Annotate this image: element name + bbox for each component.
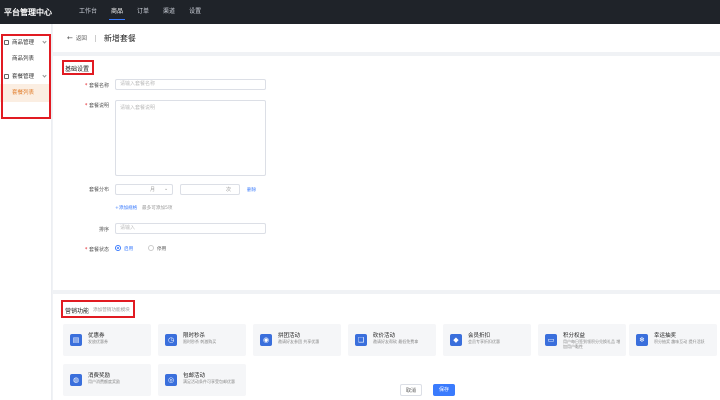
coupon-icon: ▤ bbox=[70, 334, 82, 346]
package-name-input[interactable]: 请输入套餐名称 bbox=[115, 79, 266, 90]
page-header: ← 返回 新增套餐 bbox=[53, 24, 720, 52]
topnav-workbench[interactable]: 工作台 bbox=[72, 0, 104, 24]
allocation-period-select[interactable]: 月 ⌄ bbox=[115, 184, 173, 195]
feature-desc: 用户每日签到领积分兑换礼品 增加用户黏性 bbox=[563, 339, 621, 349]
feature-desc: 积分抽奖 趣味互动 提升活跃 bbox=[654, 339, 705, 344]
status-option-enabled: 启用 bbox=[124, 247, 134, 252]
highlight-box-features bbox=[61, 300, 135, 318]
grid-icon bbox=[4, 39, 9, 45]
save-button[interactable]: 保存 bbox=[433, 384, 455, 396]
feature-name: 限时秒杀 bbox=[183, 333, 206, 339]
package-desc-textarea[interactable]: 请输入套餐说明 bbox=[115, 100, 266, 176]
status-radio-disabled[interactable] bbox=[148, 245, 154, 251]
sidebar-item-product-list[interactable]: 商品列表 bbox=[0, 50, 51, 68]
topnav-orders[interactable]: 订单 bbox=[130, 0, 156, 24]
card-icon: ▭ bbox=[545, 334, 557, 346]
feature-desc: 邀请好友帮砍 最低免费拿 bbox=[373, 339, 419, 344]
sort-input[interactable]: 请输入 bbox=[115, 223, 266, 234]
status-label: * 套餐状态 bbox=[84, 247, 109, 253]
feature-name: 会员折扣 bbox=[468, 333, 491, 339]
page-title: 新增套餐 bbox=[103, 33, 136, 43]
sidebar-group-label: 套餐管理 bbox=[12, 74, 35, 80]
back-button[interactable]: ← 返回 bbox=[67, 34, 87, 42]
feature-card[interactable]: ▤ 优惠券 发放优惠券 bbox=[63, 324, 151, 356]
basic-settings-card: 基础设置 * 套餐名称 请输入套餐名称 * 套餐说明 请输入套餐说明 套餐分布 … bbox=[53, 56, 720, 290]
feature-name: 优惠券 bbox=[88, 333, 105, 339]
feature-card[interactable]: ◎ 包邮活动 满足活动条件可享受包邮优惠 bbox=[158, 364, 246, 396]
bag-icon: ◍ bbox=[70, 374, 82, 386]
feature-desc: 满足活动条件可享受包邮优惠 bbox=[183, 379, 235, 384]
delete-spec-link[interactable]: 删除 bbox=[247, 187, 256, 193]
chevron-down-icon bbox=[42, 73, 47, 78]
allocation-label: 套餐分布 bbox=[88, 187, 109, 193]
back-label: 返回 bbox=[75, 36, 87, 42]
chevron-down-icon: ⌄ bbox=[164, 186, 169, 192]
divider bbox=[94, 34, 96, 42]
unit-month: 月 bbox=[150, 187, 156, 193]
desc-label: * 套餐说明 bbox=[84, 103, 109, 109]
topnav-settings[interactable]: 设置 bbox=[182, 0, 208, 24]
topnav-channels[interactable]: 渠道 bbox=[156, 0, 182, 24]
feature-card[interactable]: ❄ 幸运抽奖 积分抽奖 趣味互动 提升活跃 bbox=[629, 324, 717, 356]
topnav-products[interactable]: 商品 bbox=[104, 0, 130, 24]
sidebar-item-package-list[interactable]: 套餐列表 bbox=[0, 84, 51, 102]
group-icon: ◉ bbox=[260, 334, 272, 346]
feature-desc: 用户消费额度奖励 bbox=[88, 379, 120, 384]
arrow-left-icon: ← bbox=[67, 34, 73, 42]
spec-hint: 最多可添加5项 bbox=[142, 206, 173, 211]
add-spec-link[interactable]: +添加规格 bbox=[115, 205, 137, 211]
feature-card[interactable]: ▭ 积分权益 用户每日签到领积分兑换礼品 增加用户黏性 bbox=[538, 324, 626, 356]
highlight-box-basic bbox=[62, 60, 94, 75]
status-radio-enabled[interactable] bbox=[115, 245, 121, 251]
feature-desc: 会员专享折扣优惠 bbox=[468, 339, 500, 344]
feature-name: 砍价活动 bbox=[373, 333, 396, 339]
feature-name: 包邮活动 bbox=[183, 373, 206, 379]
cancel-button[interactable]: 取消 bbox=[400, 384, 422, 396]
globe-icon: ◎ bbox=[165, 374, 177, 386]
feature-name: 积分权益 bbox=[563, 333, 586, 339]
snowflake-icon: ❄ bbox=[636, 334, 648, 346]
feature-card[interactable]: ◆ 会员折扣 会员专享折扣优惠 bbox=[443, 324, 531, 356]
sort-label: 排序 bbox=[98, 227, 109, 233]
feature-desc: 发放优惠券 bbox=[88, 339, 108, 344]
app-title: 平台管理中心 bbox=[4, 7, 52, 17]
feature-name: 拼团活动 bbox=[278, 333, 301, 339]
allocation-count-input[interactable]: 次 bbox=[180, 184, 240, 195]
feature-desc: 限时秒杀 刺激购买 bbox=[183, 339, 217, 344]
chevron-down-icon bbox=[42, 39, 47, 44]
feature-card[interactable]: ◍ 消费奖励 用户消费额度奖励 bbox=[63, 364, 151, 396]
top-nav: 工作台 商品 订单 渠道 设置 bbox=[72, 0, 208, 24]
main-content: ← 返回 新增套餐 基础设置 * 套餐名称 请输入套餐名称 * 套餐说明 请输入… bbox=[53, 24, 720, 400]
sidebar-group-label: 商品管理 bbox=[12, 40, 35, 46]
diamond-icon: ◆ bbox=[450, 334, 462, 346]
chat-icon: ❑ bbox=[355, 334, 367, 346]
top-bar: 平台管理中心 工作台 商品 订单 渠道 设置 bbox=[0, 0, 720, 24]
clock-icon: ◷ bbox=[165, 334, 177, 346]
feature-name: 消费奖励 bbox=[88, 373, 111, 379]
feature-desc: 邀请好友参团 共享优惠 bbox=[278, 339, 320, 344]
marketing-features-card: 营销功能 添加营销功能模块 ▤ 优惠券 发放优惠券 ◷ 限时秒杀 限时秒杀 刺激… bbox=[53, 294, 720, 400]
feature-card[interactable]: ❑ 砍价活动 邀请好友帮砍 最低免费拿 bbox=[348, 324, 436, 356]
feature-card[interactable]: ◷ 限时秒杀 限时秒杀 刺激购买 bbox=[158, 324, 246, 356]
sidebar-group-packages[interactable]: 套餐管理 bbox=[0, 68, 51, 84]
package-icon bbox=[4, 73, 9, 79]
sidebar: 商品管理 商品列表 套餐管理 套餐列表 bbox=[0, 24, 52, 400]
sidebar-group-products[interactable]: 商品管理 bbox=[0, 34, 51, 50]
feature-card[interactable]: ◉ 拼团活动 邀请好友参团 共享优惠 bbox=[253, 324, 341, 356]
feature-name: 幸运抽奖 bbox=[654, 333, 677, 339]
unit-times: 次 bbox=[226, 187, 232, 193]
name-label: * 套餐名称 bbox=[84, 83, 109, 89]
status-option-disabled: 停用 bbox=[157, 247, 167, 252]
